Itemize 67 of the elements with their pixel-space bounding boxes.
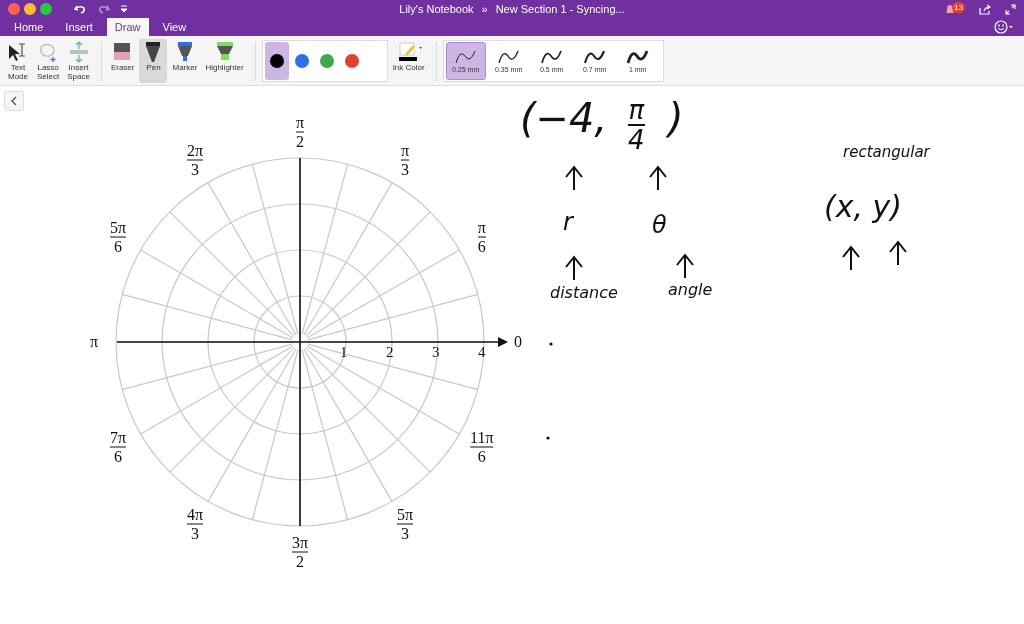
angle-label: 2π 3	[186, 141, 204, 179]
angle-label: π	[89, 333, 99, 351]
ink-dot-icon	[546, 436, 550, 440]
handwritten-note: r	[563, 210, 573, 234]
radius-tick-label: 4	[478, 344, 486, 361]
dropdown-icon[interactable]	[120, 5, 128, 13]
handwritten-arrow-icon	[564, 165, 584, 191]
angle-label: π 2	[295, 113, 305, 151]
stroke-sample-icon	[625, 48, 650, 66]
handwritten-arrow-icon	[564, 255, 584, 281]
handwritten-note: rectangular	[843, 145, 930, 160]
expand-icon[interactable]	[1005, 3, 1016, 15]
tool-button[interactable]: Marker	[169, 38, 201, 83]
handwritten-note: (x, y)	[824, 192, 902, 222]
bell-icon	[945, 4, 956, 16]
handwritten-note: distance	[550, 285, 618, 301]
tool-button[interactable]: Highlighter	[202, 38, 247, 83]
angle-label: 11π 6	[470, 428, 494, 466]
notification-badge: 13	[952, 2, 965, 13]
radius-tick-label: 3	[432, 344, 440, 361]
share-icon[interactable]	[979, 3, 991, 15]
radius-tick-label: 1	[340, 344, 348, 361]
tool-button[interactable]: Lasso Select	[34, 38, 63, 83]
tool-button[interactable]: Eraser	[107, 38, 138, 83]
handwritten-fraction: π 4	[628, 96, 645, 154]
angle-label: 5π 6	[110, 218, 127, 256]
minimize-icon[interactable]	[24, 3, 36, 15]
handwritten-note: (−4,	[520, 98, 608, 138]
tool-button[interactable]: Pen	[139, 38, 168, 83]
insert-space-icon	[67, 40, 90, 63]
angle-label: 3π 2	[291, 533, 309, 571]
stroke-sample-icon	[539, 48, 564, 66]
handwritten-arrow-icon	[888, 240, 908, 266]
ink-dot-icon	[549, 342, 553, 346]
ribbon-tab[interactable]: Insert	[57, 18, 101, 36]
handwritten-note: angle	[668, 282, 713, 298]
tool-button[interactable]: Insert Space	[64, 38, 93, 83]
smiley-icon[interactable]	[994, 20, 1014, 34]
angle-label: 0	[514, 333, 522, 351]
handwritten-arrow-icon	[648, 165, 668, 191]
tool-button[interactable]: Text Mode	[4, 38, 32, 83]
angle-label: 7π 6	[110, 428, 127, 466]
ink-color-button[interactable]: Ink Color	[389, 38, 428, 83]
handwritten-note: θ	[652, 213, 667, 237]
pen-color-button[interactable]	[264, 41, 289, 80]
close-icon[interactable]	[8, 3, 20, 15]
chevron-left-icon	[10, 96, 18, 106]
angle-label: 4π 3	[186, 505, 204, 543]
section-title: New Section 1 - Syncing...	[495, 3, 625, 15]
handwritten-arrow-icon	[841, 245, 861, 271]
ribbon-tab[interactable]: Draw	[106, 18, 149, 36]
ribbon-tab[interactable]: View	[154, 18, 195, 36]
undo-icon[interactable]	[74, 4, 86, 14]
handwritten-arrow-icon	[675, 253, 695, 279]
stroke-sample-icon	[496, 48, 521, 66]
stroke-sample-icon	[582, 48, 607, 66]
angle-label: π 6	[477, 218, 486, 256]
notification-button[interactable]: 13	[945, 2, 965, 16]
angle-label: 5π 3	[396, 505, 414, 543]
notebook-title: Lily's Notebook	[399, 3, 474, 15]
breadcrumb-separator: »	[481, 3, 488, 15]
ribbon-tab[interactable]: Home	[6, 18, 52, 36]
maximize-icon[interactable]	[40, 3, 52, 15]
angle-label: π 3	[400, 141, 410, 179]
radius-tick-label: 2	[386, 344, 394, 361]
redo-icon[interactable]	[98, 4, 110, 14]
stroke-sample-icon	[453, 48, 478, 66]
